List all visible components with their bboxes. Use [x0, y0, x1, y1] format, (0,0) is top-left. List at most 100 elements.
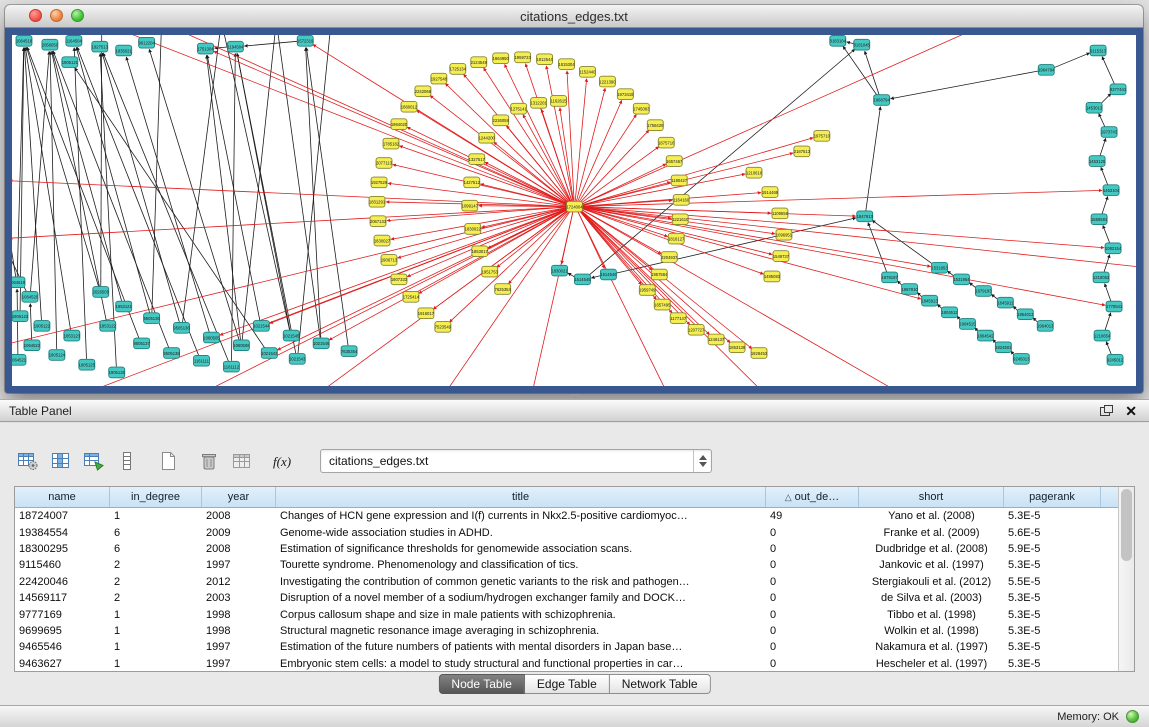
cell-short: Yano et al. (2008) — [859, 510, 1004, 522]
graph-node-label: 1453125 — [1089, 159, 1106, 164]
cell-year: 2003 — [202, 592, 276, 604]
column-header-year[interactable]: year — [202, 487, 276, 507]
table-row[interactable]: 969969511998Structural magnetic resonanc… — [15, 623, 1118, 639]
column-header-title[interactable]: title — [276, 487, 766, 507]
graph-node-label: 1954013 — [1017, 312, 1034, 317]
table-row[interactable]: 946554611997Estimation of the future num… — [15, 639, 1118, 655]
graph-node-label: 1064522 — [24, 343, 41, 348]
cell-name: 22420046 — [15, 576, 110, 588]
graph-node-label: 1162615 — [551, 99, 568, 104]
import-table-icon[interactable] — [230, 450, 254, 472]
table-body: 1872400712008Changes of HCN gene express… — [15, 508, 1118, 671]
cell-pagerank: 5.3E-5 — [1004, 592, 1101, 604]
table-row[interactable]: 1456911722003Disruption of a novel membe… — [15, 590, 1118, 606]
application-window: citations_edges.txt 17240041984020178518… — [0, 0, 1149, 727]
cell-out-de: 0 — [766, 559, 859, 571]
table-row[interactable]: 1830029562008Estimation of significance … — [15, 541, 1118, 557]
show-columns-icon[interactable] — [49, 450, 73, 472]
row-options-icon[interactable] — [115, 450, 139, 472]
table-selector-combobox[interactable]: citations_edges.txt — [320, 449, 712, 473]
column-header-name[interactable]: name — [15, 487, 110, 507]
graph-node-label: 1161112 — [224, 364, 240, 369]
cell-title: Disruption of a novel member of a sodium… — [276, 592, 766, 604]
cell-pagerank: 5.3E-5 — [1004, 625, 1101, 637]
table-row[interactable]: 2242004622012Investigating the contribut… — [15, 574, 1118, 590]
cell-pagerank: 5.9E-5 — [1004, 543, 1101, 555]
panel-header-actions: ✕ — [1100, 404, 1149, 418]
scrollbar-thumb[interactable] — [1121, 489, 1132, 561]
column-header-pagerank[interactable]: pagerank — [1004, 487, 1101, 507]
tab-edge-table[interactable]: Edge Table — [525, 674, 610, 694]
table-header-row: name in_degreeyear title △out_de…shortpager… — [15, 487, 1118, 508]
graph-node-label: 1221610 — [672, 217, 689, 222]
graph-node-label: 1312201 — [530, 101, 547, 106]
cell-year: 1998 — [202, 625, 276, 637]
graph-node-label: 1275141 — [511, 106, 528, 111]
graph-node-label: 1927513 — [92, 44, 109, 49]
tab-network-table[interactable]: Network Table — [610, 674, 711, 694]
graph-node-label: 1927529 — [371, 180, 388, 185]
network-svg[interactable]: 1724004198402017851822077113192752918312… — [12, 35, 1136, 386]
zoom-window-button[interactable] — [71, 9, 84, 22]
column-header-short[interactable]: short — [859, 487, 1004, 507]
graph-node-label: 1679193 — [975, 289, 992, 294]
graph-node-label: 1657495 — [654, 302, 671, 307]
graph-node-label: 1679197 — [882, 275, 899, 280]
node-table: name in_degreeyear title △out_de…shortpager… — [14, 486, 1135, 672]
table-panel-body: f(x) citations_edges.txt name in_degreeye… — [0, 423, 1149, 705]
close-panel-icon[interactable]: ✕ — [1125, 404, 1137, 418]
graph-node-label: 1807333 — [391, 277, 408, 282]
new-table-icon[interactable] — [156, 450, 180, 472]
float-panel-icon[interactable] — [1100, 405, 1113, 416]
cell-out-de: 0 — [766, 527, 859, 539]
close-window-button[interactable] — [29, 9, 42, 22]
table-toolbar: f(x) citations_edges.txt — [16, 448, 712, 474]
graph-node-label: 1572319 — [297, 39, 314, 44]
cell-out-de: 0 — [766, 625, 859, 637]
function-builder-icon[interactable]: f(x) — [271, 450, 295, 472]
tab-node-table[interactable]: Node Table — [438, 674, 525, 694]
graph-node-label: 1927548 — [431, 76, 448, 81]
graph-node-label: 1514545 — [574, 277, 591, 282]
graph-node-label: 1559581 — [1091, 217, 1108, 222]
graph-node-label: 1812544 — [536, 57, 553, 62]
column-header-out-de[interactable]: △out_de… — [766, 487, 859, 507]
graph-node-label: 1549737 — [773, 254, 790, 259]
table-settings-icon[interactable] — [16, 450, 40, 472]
cell-in-degree: 1 — [110, 641, 202, 653]
graph-node-label: 2187513 — [794, 149, 811, 154]
delete-table-icon[interactable] — [197, 450, 221, 472]
minimize-window-button[interactable] — [50, 9, 63, 22]
graph-node-label: 1060506 — [233, 343, 250, 348]
graph-node-label: 1847913 — [857, 214, 874, 219]
graph-node-label: 1860012 — [401, 105, 418, 110]
graph-node-label: 1427512 — [464, 180, 481, 185]
table-row[interactable]: 1938455462009Genome-wide association stu… — [15, 524, 1118, 540]
table-row[interactable]: 946362711997Embryonic stem cells: a mode… — [15, 656, 1118, 671]
window-titlebar[interactable]: citations_edges.txt — [5, 5, 1143, 28]
combo-stepper[interactable] — [693, 450, 711, 472]
cell-pagerank: 5.3E-5 — [1004, 641, 1101, 653]
table-row[interactable]: 911546021997Tourette syndrome. Phenomeno… — [15, 557, 1118, 573]
graph-node-label: 9505135 — [143, 316, 160, 321]
table-row[interactable]: 1872400712008Changes of HCN gene express… — [15, 508, 1118, 524]
graph-node-label: 1021546 — [313, 341, 330, 346]
graph-node-label: 1758429 — [647, 123, 664, 128]
graph-node-label: 9245012 — [1107, 358, 1124, 363]
graph-node-label: 1853121 — [116, 304, 133, 309]
graph-node-label: 1180427 — [671, 178, 688, 183]
graph-node-label: 1853138 — [729, 345, 746, 350]
graph-node-label: 2056050 — [42, 42, 59, 47]
cell-short: Franke et al. (2009) — [859, 527, 1004, 539]
graph-node-label: 1664950 — [493, 56, 510, 61]
graph-node-label: 2226058 — [493, 118, 510, 123]
column-header-in-degree[interactable]: in_degree — [110, 487, 202, 507]
table-row[interactable]: 977716911998Corpus callosum shape and si… — [15, 606, 1118, 622]
graph-node-label: 7625354 — [495, 287, 512, 292]
cell-name: 9465546 — [15, 641, 110, 653]
column-header-label: title — [512, 491, 529, 503]
table-vertical-scrollbar[interactable] — [1118, 487, 1134, 671]
column-header-label: name — [48, 491, 76, 503]
edit-table-icon[interactable] — [82, 450, 106, 472]
network-canvas[interactable]: 1724004198402017851822077113192752918312… — [12, 35, 1136, 386]
